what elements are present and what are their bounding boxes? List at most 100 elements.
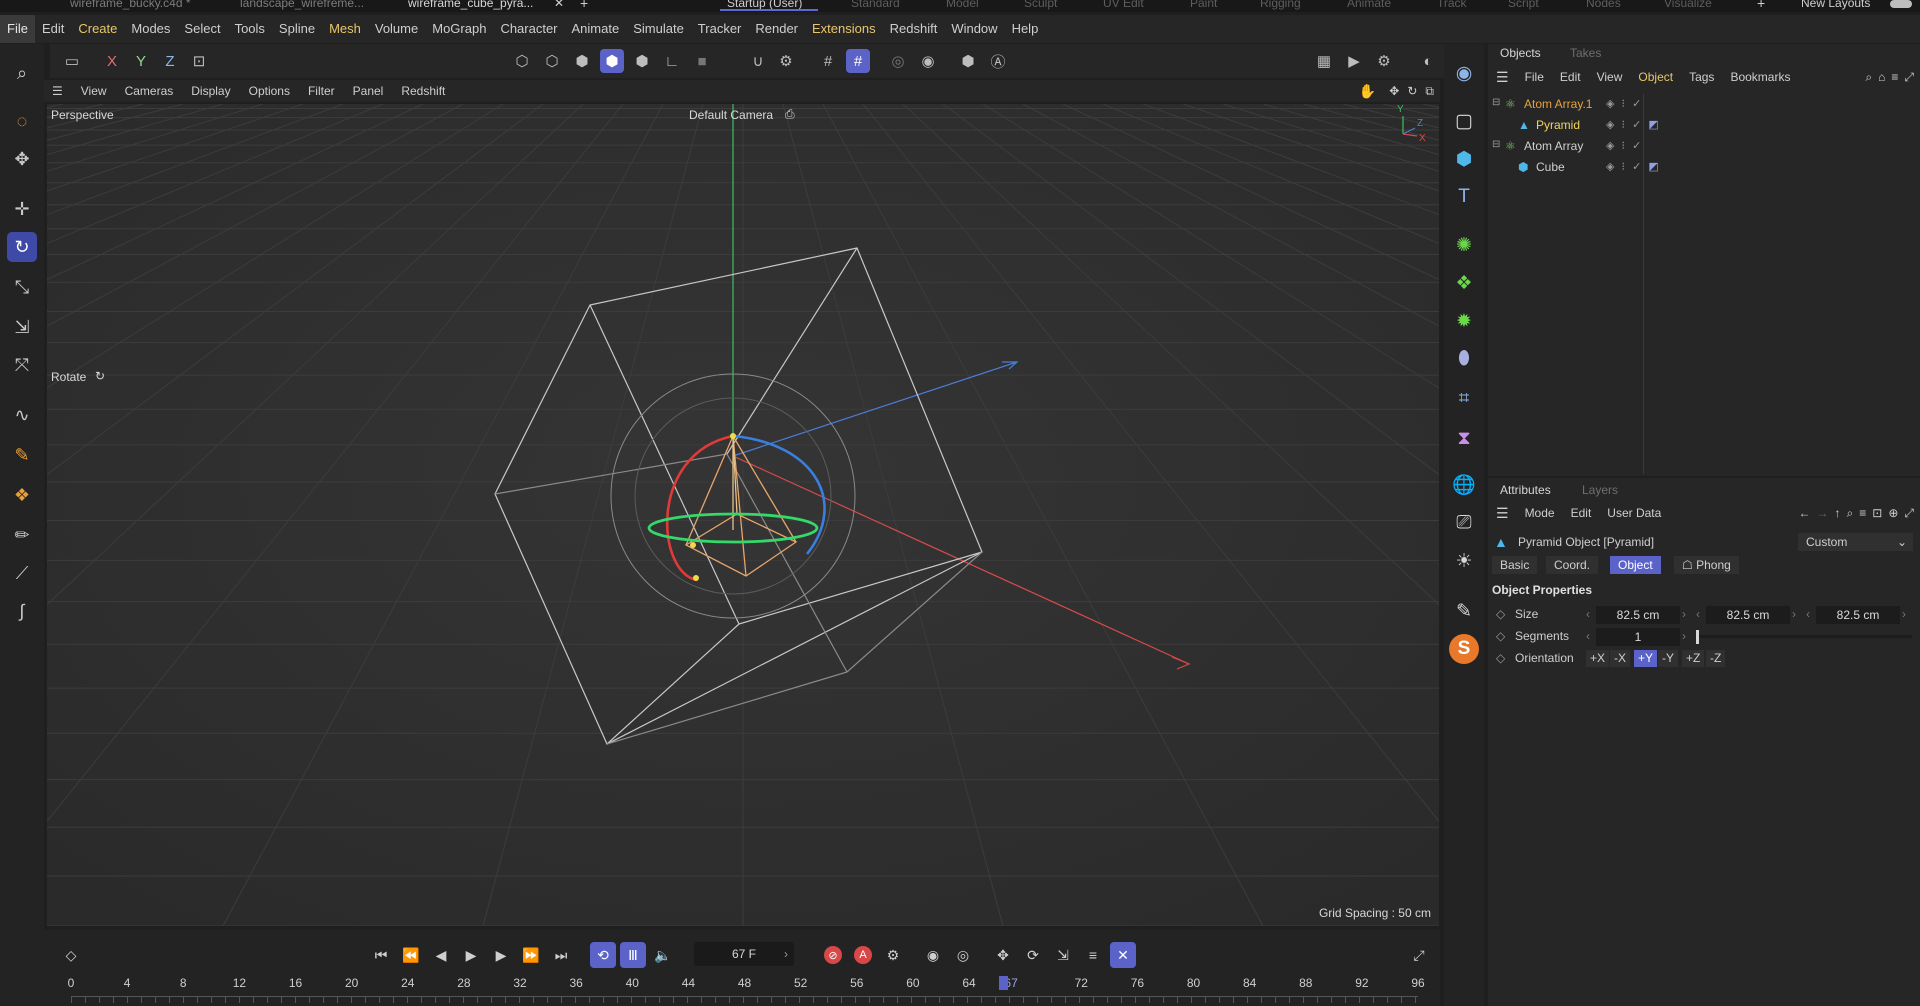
create-material-icon[interactable]: ✎ [1449, 596, 1479, 626]
attr-lock-icon[interactable]: ⊡ [1869, 502, 1885, 524]
attr-forward-icon[interactable]: → [1814, 502, 1832, 524]
menu-character[interactable]: Character [493, 15, 564, 43]
create-mograph-icon[interactable]: ✺ [1449, 230, 1479, 260]
go-to-start-icon[interactable]: ⏮ [368, 942, 394, 968]
orientation-plus-y[interactable]: +Y [1634, 650, 1658, 667]
file-tab-active[interactable]: wireframe_cube_pyra... [408, 0, 533, 10]
create-deformer-icon[interactable]: ⬮ [1449, 344, 1479, 374]
layout-tab-script[interactable]: Script [1508, 0, 1539, 10]
frame-increment-icon[interactable]: › [784, 942, 798, 966]
render-view-icon[interactable]: ▦ [1312, 49, 1336, 73]
attr-menu-mode[interactable]: Mode [1517, 502, 1563, 524]
file-tab[interactable]: landscape_wirefreme... [240, 0, 364, 10]
key-settings-icon[interactable]: ⚙ [880, 942, 906, 968]
3d-viewport[interactable]: Perspective Default Camera ⎙ Rotate ↻ Y … [47, 104, 1439, 926]
render-picture-viewer-icon[interactable]: ▶ [1342, 49, 1366, 73]
size-y-field[interactable]: 82.5 cm [1706, 606, 1790, 624]
search-icon[interactable]: ⌕ [7, 58, 37, 88]
subtab-coord[interactable]: Coord. [1546, 556, 1599, 574]
spline-tool-icon[interactable]: ∫ [7, 596, 37, 626]
rotate-tool-icon[interactable]: ↻ [7, 232, 37, 262]
vp-menu-redshift[interactable]: Redshift [392, 80, 454, 102]
subtab-object[interactable]: Object [1610, 556, 1661, 574]
object-name[interactable]: Atom Array.1 [1524, 97, 1592, 111]
menu-edit[interactable]: Edit [35, 15, 71, 43]
axis-mode-icon[interactable]: ∟ [660, 49, 684, 73]
size-z-decrement-icon[interactable]: ‹ [1806, 607, 1810, 621]
workplane-grid-icon[interactable]: # [846, 49, 870, 73]
record-pla-icon[interactable]: ≡ [1080, 942, 1106, 968]
tab-takes[interactable]: Takes [1570, 46, 1601, 60]
layout-tab-nodes[interactable]: Nodes [1586, 0, 1621, 10]
create-text-icon[interactable]: T [1449, 182, 1479, 212]
obj-menu-file[interactable]: File [1517, 66, 1552, 88]
y-axis-lock[interactable]: Y [129, 49, 153, 73]
uv-mode-icon[interactable]: ⬢ [630, 49, 654, 73]
new-layouts-link[interactable]: New Layouts [1801, 0, 1870, 10]
orientation-minus-z[interactable]: -Z [1706, 650, 1726, 667]
size-z-increment-icon[interactable]: › [1902, 607, 1906, 621]
menu-file[interactable]: File [0, 15, 35, 43]
close-tab-icon[interactable]: ✕ [554, 0, 564, 10]
loop-icon[interactable]: ⟲ [590, 942, 616, 968]
layout-tab-uv-edit[interactable]: UV Edit [1103, 0, 1144, 10]
size-x-decrement-icon[interactable]: ‹ [1586, 607, 1590, 621]
record-scale-icon[interactable]: ⟳ [1020, 942, 1046, 968]
timeline-expand-icon[interactable]: ⤢ [1406, 942, 1432, 968]
vp-menu-options[interactable]: Options [240, 80, 299, 102]
points-mode-icon[interactable]: ⬡ [510, 49, 534, 73]
render-region-icon[interactable]: ◎ [886, 49, 910, 73]
plugin-s-icon[interactable]: S [1449, 634, 1479, 664]
attr-back-icon[interactable]: ← [1796, 502, 1814, 524]
object-row-pyramid[interactable]: ▲ Pyramid ◈ ⁝ ✓ ◩ [1488, 115, 1920, 135]
attr-expand-icon[interactable]: ⤢ [1901, 502, 1920, 524]
keyframe-diamond-icon[interactable]: ◇ [1496, 629, 1505, 643]
collapse-icon[interactable]: ⊟ [1492, 97, 1500, 108]
menu-render[interactable]: Render [748, 15, 805, 43]
objects-column-divider[interactable] [1643, 94, 1644, 474]
next-key-icon[interactable]: ⏩ [518, 942, 544, 968]
soft-selection-icon[interactable]: ■ [690, 49, 714, 73]
menu-redshift[interactable]: Redshift [883, 15, 945, 43]
tab-attributes[interactable]: Attributes [1500, 483, 1551, 497]
snap-settings-icon[interactable]: ⚙ [774, 49, 798, 73]
size-y-increment-icon[interactable]: › [1792, 607, 1796, 621]
timeline-playhead[interactable] [999, 976, 1009, 990]
knife-tool-icon[interactable]: ⟋ [7, 558, 37, 588]
object-row-atom-array-1[interactable]: ⊟ ⚛ Atom Array.1 ◈ ⁝ ✓ [1488, 94, 1920, 114]
add-layout-icon[interactable]: + [1757, 0, 1765, 11]
record-param-icon[interactable]: ⇲ [1050, 942, 1076, 968]
object-name[interactable]: Atom Array [1524, 139, 1583, 153]
paint-tool-icon[interactable]: ✎ [7, 440, 37, 470]
obj-menu-view[interactable]: View [1589, 66, 1631, 88]
pan-hand-icon[interactable]: ✋ [1350, 80, 1385, 102]
layout-tab-standard[interactable]: Standard [851, 0, 900, 10]
layout-tab-model[interactable]: Model [946, 0, 979, 10]
attr-menu-user-data[interactable]: User Data [1599, 502, 1669, 524]
layout-tab-sculpt[interactable]: Sculpt [1024, 0, 1057, 10]
autokey-icon[interactable]: A [850, 942, 876, 968]
create-cube-icon[interactable]: ⬢ [1449, 144, 1479, 174]
mograph-tool-icon[interactable]: ❖ [7, 480, 37, 510]
layout-tab-paint[interactable]: Paint [1190, 0, 1217, 10]
tab-objects[interactable]: Objects [1500, 46, 1541, 60]
orbit-icon[interactable]: ↻ [1403, 80, 1421, 102]
render-queue-icon[interactable]: ◐ [1416, 49, 1440, 73]
transform-tool-icon[interactable]: ⇲ [7, 312, 37, 342]
orientation-plus-z[interactable]: +Z [1682, 650, 1705, 667]
collapse-icon[interactable]: ⊟ [1492, 139, 1500, 150]
coordinate-system-icon[interactable]: ⊡ [187, 49, 211, 73]
attr-hamburger-icon[interactable]: ☰ [1488, 502, 1517, 524]
menu-window[interactable]: Window [944, 15, 1004, 43]
live-selection-icon[interactable]: ◌ [7, 106, 37, 136]
attr-new-view-icon[interactable]: ⊕ [1885, 502, 1901, 524]
menu-tracker[interactable]: Tracker [691, 15, 749, 43]
orientation-minus-y[interactable]: -Y [1658, 650, 1678, 667]
size-z-field[interactable]: 82.5 cm [1816, 606, 1900, 624]
attr-up-icon[interactable]: ↑ [1832, 502, 1844, 524]
keyframe-diamond-icon[interactable]: ◇ [1496, 607, 1505, 621]
vp-menu-display[interactable]: Display [182, 80, 239, 102]
current-frame-field[interactable]: 67 F [694, 942, 794, 966]
visibility-icons[interactable]: ◈ ⁝ ✓ ◩ [1606, 160, 1661, 173]
play-mode-icon[interactable]: Ⅲ [620, 942, 646, 968]
